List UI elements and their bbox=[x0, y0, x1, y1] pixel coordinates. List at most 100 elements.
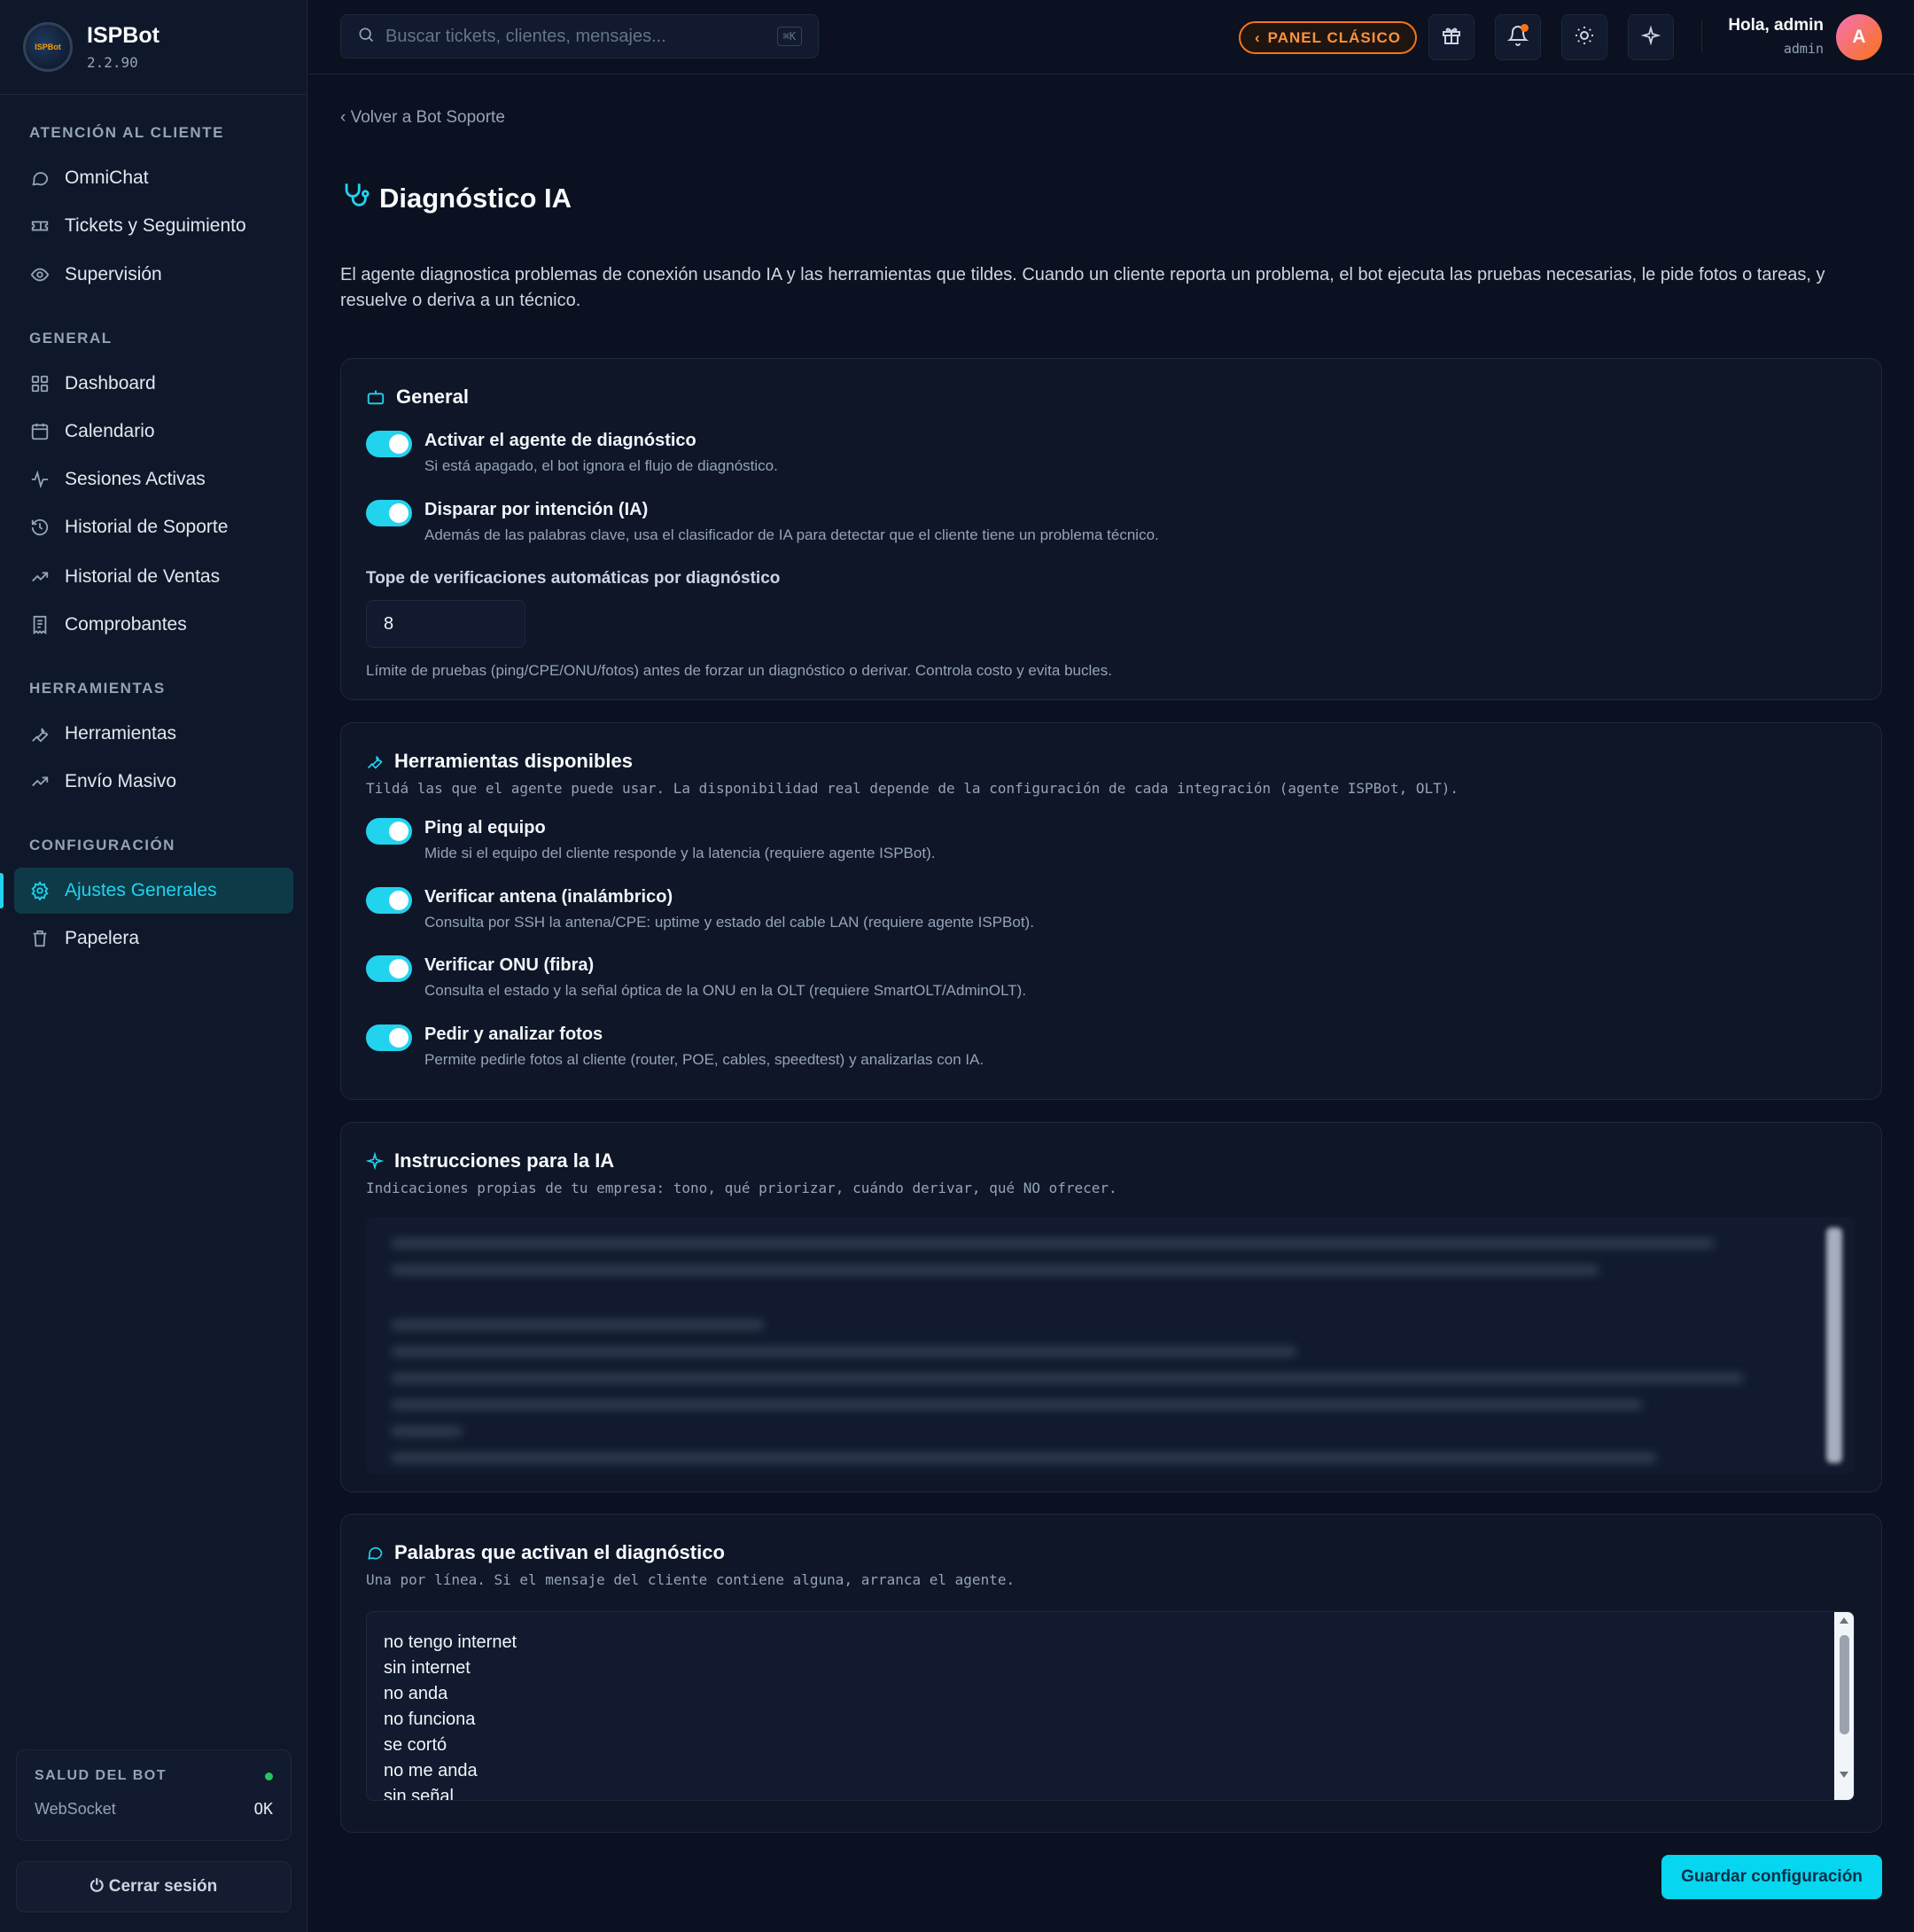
search-box[interactable]: ⌘K bbox=[340, 14, 819, 58]
keywords-scrollbar[interactable] bbox=[1834, 1612, 1854, 1800]
keywords-list: no tengo internet sin internet no anda n… bbox=[367, 1612, 1854, 1800]
keywords-card-title: Palabras que activan el diagnóstico bbox=[366, 1541, 725, 1564]
scroll-up-icon[interactable] bbox=[1840, 1617, 1848, 1624]
toggle-row-antena: Verificar antena (inalámbrico) Consulta … bbox=[366, 887, 1034, 931]
instructions-textarea[interactable] bbox=[366, 1217, 1855, 1474]
sidebar-item-ajustes-generales[interactable]: Ajustes Generales bbox=[14, 868, 293, 914]
sidebar-item-label: Historial de Soporte bbox=[65, 517, 229, 537]
nav-section-configuracion: CONFIGURACIÓN bbox=[29, 837, 175, 853]
wrench-icon bbox=[366, 752, 384, 770]
grid-icon bbox=[29, 373, 51, 394]
fotos-toggle[interactable] bbox=[366, 1024, 412, 1051]
instructions-title-text: Instrucciones para la IA bbox=[394, 1149, 615, 1172]
greeting-text: Hola, admin bbox=[1728, 16, 1824, 35]
eye-icon bbox=[29, 264, 51, 285]
sidebar-item-historial-ventas[interactable]: Historial de Ventas bbox=[14, 554, 293, 600]
instructions-scrollbar[interactable] bbox=[1826, 1227, 1842, 1463]
toggle-label: Verificar antena (inalámbrico) bbox=[424, 887, 673, 907]
scroll-thumb[interactable] bbox=[1840, 1635, 1849, 1734]
tools-title-text: Herramientas disponibles bbox=[394, 750, 633, 772]
sidebar-item-label: Envío Masivo bbox=[65, 771, 177, 791]
sparkle-icon bbox=[1640, 24, 1661, 50]
sidebar-item-label: Herramientas bbox=[65, 723, 177, 744]
scroll-down-icon[interactable] bbox=[1840, 1772, 1848, 1778]
max-checks-help: Límite de pruebas (ping/CPE/ONU/fotos) a… bbox=[366, 662, 1112, 679]
sidebar-item-label: Tickets y Seguimiento bbox=[65, 215, 246, 236]
nav-section-general: GENERAL bbox=[29, 330, 113, 347]
ping-toggle[interactable] bbox=[366, 818, 412, 845]
toggle-label: Activar el agente de diagnóstico bbox=[424, 431, 696, 450]
brand-logo[interactable]: ISPBot bbox=[23, 22, 73, 72]
sidebar-item-dashboard[interactable]: Dashboard bbox=[14, 361, 293, 407]
panel-clasico-button[interactable]: ‹ PANEL CLÁSICO bbox=[1239, 21, 1417, 54]
max-checks-input[interactable] bbox=[366, 600, 525, 648]
logout-button[interactable]: ⏻ Cerrar sesión bbox=[16, 1861, 292, 1913]
gift-button[interactable] bbox=[1428, 14, 1474, 60]
ai-assistant-button[interactable] bbox=[1628, 14, 1674, 60]
sidebar-item-tickets[interactable]: Tickets y Seguimiento bbox=[14, 203, 293, 249]
save-config-button[interactable]: Guardar configuración bbox=[1661, 1855, 1882, 1899]
tools-subtitle: Tildá las que el agente puede usar. La d… bbox=[366, 780, 1459, 797]
nav-section-herramientas: HERRAMIENTAS bbox=[29, 680, 166, 697]
chat-bubble-icon bbox=[29, 167, 51, 189]
trending-up-icon bbox=[29, 566, 51, 588]
antena-toggle[interactable] bbox=[366, 887, 412, 914]
sidebar-item-omnichat[interactable]: OmniChat bbox=[14, 155, 293, 201]
brand-logo-text: ISPBot bbox=[35, 43, 61, 51]
brand-version: 2.2.90 bbox=[87, 54, 138, 71]
search-shortcut: ⌘K bbox=[776, 27, 802, 46]
instructions-card-title: Instrucciones para la IA bbox=[366, 1149, 614, 1172]
page-title: Diagnóstico IA bbox=[340, 180, 572, 217]
sidebar-item-label: Comprobantes bbox=[65, 614, 187, 635]
keywords-card: Palabras que activan el diagnóstico Una … bbox=[340, 1514, 1882, 1833]
websocket-status: OK bbox=[253, 1800, 273, 1819]
bot-health-card: SALUD DEL BOT WebSocket OK bbox=[16, 1749, 292, 1841]
history-icon bbox=[29, 517, 51, 538]
robot-icon bbox=[366, 387, 385, 407]
brand-name: ISPBot bbox=[87, 23, 160, 48]
sidebar-item-label: Calendario bbox=[65, 421, 155, 441]
sidebar-item-historial-soporte[interactable]: Historial de Soporte bbox=[14, 504, 293, 550]
sidebar-item-sesiones[interactable]: Sesiones Activas bbox=[14, 456, 293, 502]
calendar-icon bbox=[29, 421, 51, 442]
instructions-subtitle: Indicaciones propias de tu empresa: tono… bbox=[366, 1180, 1117, 1196]
sidebar-item-calendario[interactable]: Calendario bbox=[14, 409, 293, 455]
disparar-intencion-toggle[interactable] bbox=[366, 500, 412, 526]
back-link[interactable]: ‹ Volver a Bot Soporte bbox=[340, 108, 505, 128]
sparkle-icon bbox=[366, 1152, 384, 1170]
keyword-line: se cortó bbox=[384, 1735, 447, 1755]
keyword-line: no me anda bbox=[384, 1761, 478, 1780]
sidebar-item-papelera[interactable]: Papelera bbox=[14, 915, 293, 962]
keywords-textarea[interactable]: no tengo internet sin internet no anda n… bbox=[366, 1611, 1855, 1801]
toggle-label: Disparar por intención (IA) bbox=[424, 500, 649, 519]
ticket-icon bbox=[29, 215, 51, 237]
activar-agente-toggle[interactable] bbox=[366, 431, 412, 457]
sidebar-item-label: OmniChat bbox=[65, 167, 149, 188]
sidebar-item-label: Sesiones Activas bbox=[65, 469, 206, 489]
sidebar-item-comprobantes[interactable]: Comprobantes bbox=[14, 602, 293, 648]
instructions-card: Instrucciones para la IA Indicaciones pr… bbox=[340, 1122, 1882, 1492]
toggle-row-onu: Verificar ONU (fibra) Consulta el estado… bbox=[366, 955, 1026, 1000]
sun-icon bbox=[1574, 25, 1595, 51]
brand: ISPBot ISPBot 2.2.90 bbox=[0, 0, 307, 95]
sidebar-item-label: Supervisión bbox=[65, 264, 162, 284]
notifications-button[interactable] bbox=[1495, 14, 1541, 60]
sidebar-item-envio-masivo[interactable]: Envío Masivo bbox=[14, 759, 293, 805]
sidebar-item-herramientas[interactable]: Herramientas bbox=[14, 711, 293, 757]
logout-label: Cerrar sesión bbox=[108, 1877, 218, 1896]
theme-toggle-button[interactable] bbox=[1561, 14, 1607, 60]
general-title-text: General bbox=[396, 386, 469, 408]
activity-icon bbox=[29, 469, 51, 490]
max-checks-label: Tope de verificaciones automáticas por d… bbox=[366, 569, 781, 588]
onu-toggle[interactable] bbox=[366, 955, 412, 982]
active-indicator bbox=[0, 873, 4, 908]
sidebar: ISPBot ISPBot 2.2.90 ATENCIÓN AL CLIENTE… bbox=[0, 0, 307, 1932]
user-role: admin bbox=[1783, 41, 1824, 57]
toggle-label: Ping al equipo bbox=[424, 818, 546, 837]
sidebar-item-supervision[interactable]: Supervisión bbox=[14, 252, 293, 298]
search-input[interactable] bbox=[385, 26, 758, 47]
tools-card: Herramientas disponibles Tildá las que e… bbox=[340, 722, 1882, 1100]
toggle-row-activar-agente: Activar el agente de diagnóstico Si está… bbox=[366, 431, 778, 475]
avatar[interactable]: A bbox=[1836, 14, 1882, 60]
toggle-row-disparar-intencion: Disparar por intención (IA) Además de la… bbox=[366, 500, 1159, 544]
